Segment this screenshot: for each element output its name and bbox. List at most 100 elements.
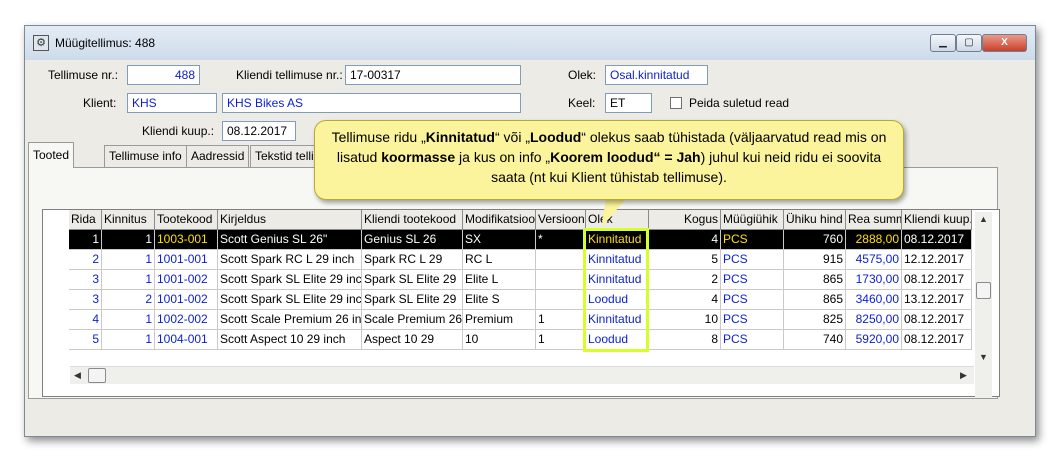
- cell-kirjeldus[interactable]: Scott Scale Premium 26 inch: [218, 310, 362, 330]
- vertical-scrollbar[interactable]: ▲ ▼: [975, 212, 992, 398]
- cell-kogus[interactable]: 10: [649, 310, 721, 330]
- table-row[interactable]: 1 1 1003-001 Scott Genius SL 26" Genius SL 2…: [43, 230, 973, 250]
- cell-uhiku-hind[interactable]: 865: [784, 270, 846, 290]
- col-rida[interactable]: Rida: [69, 210, 102, 230]
- cell-kirjeldus[interactable]: Scott Spark SL Elite 29 inch: [218, 290, 362, 310]
- cell-kliendi-kuup[interactable]: 12.12.2017: [902, 250, 972, 270]
- col-versioon[interactable]: Versioon: [536, 210, 586, 230]
- col-modifikatsioon[interactable]: Modifikatsioon: [463, 210, 536, 230]
- vertical-scroll-thumb[interactable]: [976, 282, 991, 299]
- cell-tootekood[interactable]: 1001-002: [155, 290, 218, 310]
- cell-kliendi-tootekood[interactable]: Genius SL 26: [362, 230, 463, 250]
- cell-kinnitus[interactable]: 2: [102, 290, 155, 310]
- cell-modifikatsioon[interactable]: RC L: [463, 250, 536, 270]
- cell-kliendi-kuup[interactable]: 08.12.2017: [902, 310, 972, 330]
- cell-rea-summa[interactable]: 3460,00: [846, 290, 902, 310]
- cell-kinnitus[interactable]: 1: [102, 230, 155, 250]
- hide-closed-checkbox[interactable]: [670, 97, 682, 109]
- status-field[interactable]: Osal.kinnitatud: [605, 65, 708, 85]
- col-rea-summa[interactable]: Rea summa: [846, 210, 902, 230]
- cell-kogus[interactable]: 4: [649, 230, 721, 250]
- order-no-field[interactable]: 488: [127, 65, 200, 85]
- col-kliendi-tootekood[interactable]: Kliendi tootekood: [362, 210, 463, 230]
- tab-aadressid[interactable]: Aadressid: [186, 145, 250, 167]
- cell-kirjeldus[interactable]: Scott Aspect 10 29 inch: [218, 330, 362, 350]
- cell-modifikatsioon[interactable]: 10: [463, 330, 536, 350]
- cell-kliendi-tootekood[interactable]: Aspect 10 29: [362, 330, 463, 350]
- cell-muugiuhik[interactable]: PCS: [721, 230, 784, 250]
- cell-tootekood[interactable]: 1003-001: [155, 230, 218, 250]
- table-row[interactable]: 3 2 1001-002 Scott Spark SL Elite 29 inch Sp…: [43, 290, 973, 310]
- cell-olek[interactable]: Loodud: [586, 290, 649, 310]
- cell-kliendi-tootekood[interactable]: Spark SL Elite 29: [362, 290, 463, 310]
- cell-kliendi-tootekood[interactable]: Spark RC L 29: [362, 250, 463, 270]
- col-kogus[interactable]: Kogus: [649, 210, 721, 230]
- table-row[interactable]: 4 1 1002-002 Scott Scale Premium 26 inch Sca…: [43, 310, 973, 330]
- cell-rea-summa[interactable]: 1730,00: [846, 270, 902, 290]
- cell-olek[interactable]: Loodud: [586, 330, 649, 350]
- cell-rida[interactable]: 1: [69, 230, 102, 250]
- cell-tootekood[interactable]: 1001-002: [155, 270, 218, 290]
- cell-kirjeldus[interactable]: Scott Spark SL Elite 29 inch: [218, 270, 362, 290]
- arrow-left-icon[interactable]: ◀: [74, 370, 81, 381]
- client-order-field[interactable]: 17-00317: [345, 65, 521, 85]
- cell-rea-summa[interactable]: 8250,00: [846, 310, 902, 330]
- cell-rea-summa[interactable]: 2888,00: [846, 230, 902, 250]
- cell-uhiku-hind[interactable]: 760: [784, 230, 846, 250]
- cell-rida[interactable]: 5: [69, 330, 102, 350]
- cell-kliendi-kuup[interactable]: 08.12.2017: [902, 270, 972, 290]
- cell-kliendi-kuup[interactable]: 13.12.2017: [902, 290, 972, 310]
- close-button[interactable]: X: [982, 34, 1027, 52]
- cell-uhiku-hind[interactable]: 865: [784, 290, 846, 310]
- cell-kinnitus[interactable]: 1: [102, 310, 155, 330]
- cell-muugiuhik[interactable]: PCS: [721, 330, 784, 350]
- col-tootekood[interactable]: Tootekood: [155, 210, 218, 230]
- cell-versioon[interactable]: [536, 250, 586, 270]
- table-row[interactable]: 3 1 1001-002 Scott Spark SL Elite 29 inch Sp…: [43, 270, 973, 290]
- cell-kinnitus[interactable]: 1: [102, 270, 155, 290]
- cell-modifikatsioon[interactable]: Elite S: [463, 290, 536, 310]
- maximize-button[interactable]: ▢: [956, 34, 982, 52]
- cell-modifikatsioon[interactable]: Elite L: [463, 270, 536, 290]
- cell-kogus[interactable]: 2: [649, 270, 721, 290]
- cell-olek[interactable]: Kinnitatud: [586, 270, 649, 290]
- cell-kirjeldus[interactable]: Scott Genius SL 26": [218, 230, 362, 250]
- cell-kliendi-tootekood[interactable]: Spark SL Elite 29: [362, 270, 463, 290]
- arrow-up-icon[interactable]: ▲: [979, 214, 988, 224]
- cell-modifikatsioon[interactable]: SX: [463, 230, 536, 250]
- table-row[interactable]: 2 1 1001-001 Scott Spark RC L 29 inch Spark …: [43, 250, 973, 270]
- tab-tellimuse-info[interactable]: Tellimuse info: [104, 145, 187, 167]
- cell-versioon[interactable]: [536, 270, 586, 290]
- col-kinnitus[interactable]: Kinnitus: [102, 210, 155, 230]
- cell-modifikatsioon[interactable]: Premium: [463, 310, 536, 330]
- arrow-down-icon[interactable]: ▼: [979, 352, 988, 362]
- cell-kliendi-kuup[interactable]: 08.12.2017: [902, 230, 972, 250]
- cell-kogus[interactable]: 4: [649, 290, 721, 310]
- cell-uhiku-hind[interactable]: 740: [784, 330, 846, 350]
- cell-rida[interactable]: 3: [69, 270, 102, 290]
- cell-kirjeldus[interactable]: Scott Spark RC L 29 inch: [218, 250, 362, 270]
- cell-uhiku-hind[interactable]: 825: [784, 310, 846, 330]
- cell-versioon[interactable]: *: [536, 230, 586, 250]
- cell-versioon[interactable]: 1: [536, 310, 586, 330]
- tab-tooted[interactable]: Tooted: [28, 142, 75, 168]
- client-code-field[interactable]: KHS: [127, 93, 217, 113]
- client-name-field[interactable]: KHS Bikes AS: [222, 93, 521, 113]
- cell-kliendi-tootekood[interactable]: Scale Premium 26: [362, 310, 463, 330]
- cell-olek[interactable]: Kinnitatud: [586, 310, 649, 330]
- cell-versioon[interactable]: [536, 290, 586, 310]
- cell-muugiuhik[interactable]: PCS: [721, 290, 784, 310]
- language-field[interactable]: ET: [605, 93, 652, 113]
- client-date-field[interactable]: 08.12.2017: [222, 121, 296, 141]
- table-row[interactable]: 5 1 1004-001 Scott Aspect 10 29 inch Aspect …: [43, 330, 973, 350]
- col-uhiku-hind[interactable]: Ühiku hind: [784, 210, 846, 230]
- col-kirjeldus[interactable]: Kirjeldus: [218, 210, 362, 230]
- title-bar[interactable]: ⚙ Müügitellimus: 488 ▁ ▢ X: [25, 26, 1035, 60]
- cell-kogus[interactable]: 8: [649, 330, 721, 350]
- cell-rida[interactable]: 4: [69, 310, 102, 330]
- cell-rida[interactable]: 2: [69, 250, 102, 270]
- horizontal-scroll-thumb[interactable]: [88, 368, 106, 383]
- col-kliendi-kuup[interactable]: Kliendi kuup.: [902, 210, 972, 230]
- cell-muugiuhik[interactable]: PCS: [721, 250, 784, 270]
- horizontal-scrollbar[interactable]: ◀ ▶: [70, 366, 974, 384]
